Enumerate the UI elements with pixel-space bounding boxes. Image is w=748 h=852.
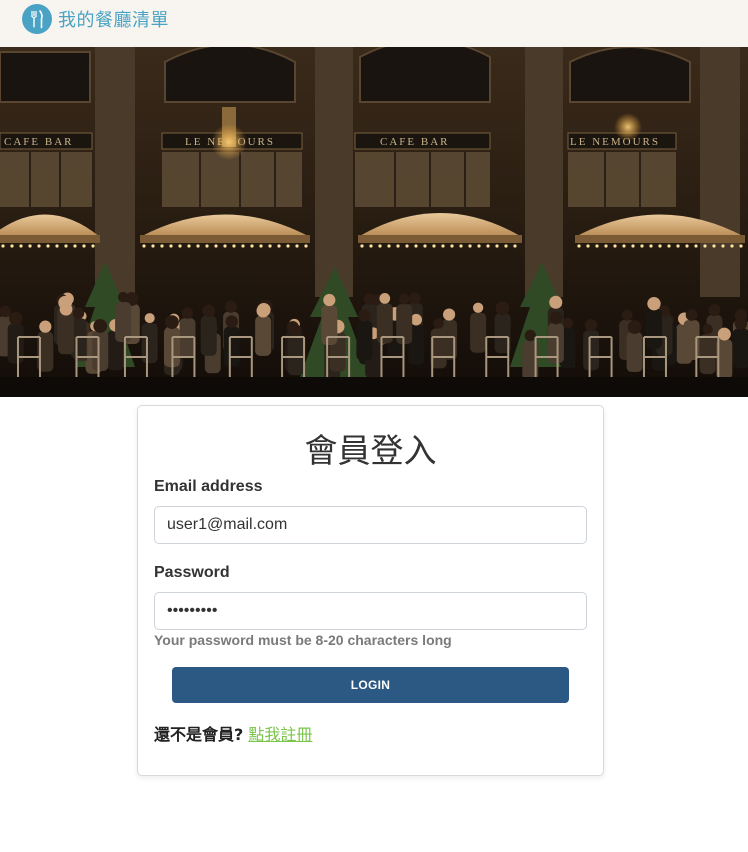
sign-text: CAFE BAR [4,136,74,148]
sign-text: LE NEMOURS [570,136,660,148]
password-field[interactable] [154,592,587,630]
page-title: 會員登入 [304,431,437,470]
signup-question: 還不是會員? [154,725,244,744]
password-label: Password [154,564,230,581]
signup-link[interactable]: 點我註冊 [248,725,312,744]
sign-text: CAFE BAR [380,136,450,148]
signup-prompt: 還不是會員? 點我註冊 [154,721,312,745]
brand-link[interactable]: 我的餐廳清單 [22,4,169,34]
utensils-icon [22,4,52,34]
navbar: 我的餐廳清單 [0,0,748,47]
login-button[interactable]: LOGIN [172,667,569,703]
login-card: 會員登入 Email address Password Your passwor… [137,405,604,776]
password-hint: Your password must be 8-20 characters lo… [154,632,452,648]
brand-title: 我的餐廳清單 [58,10,169,31]
email-field[interactable] [154,506,587,544]
email-label: Email address [154,478,263,495]
banner-image: CAFE BAR LE NEMOURS CAFE BAR LE NEMOURS [0,47,748,397]
